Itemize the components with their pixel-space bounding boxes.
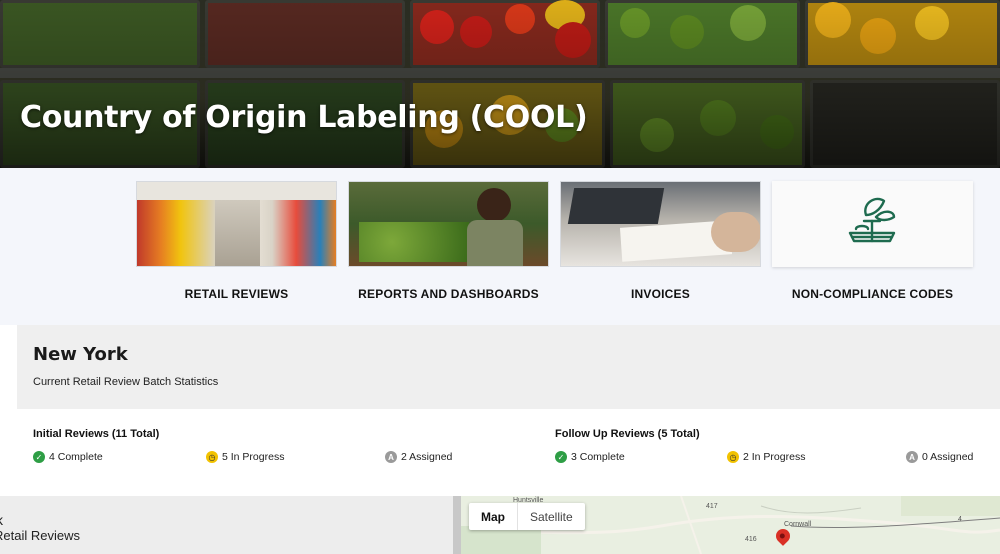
stat-label: 5 In Progress: [222, 451, 285, 463]
stat-label: 3 Complete: [571, 451, 625, 463]
retail-reviews-panel: k Retail Reviews: [0, 496, 455, 554]
map-route-label: 4: [958, 516, 962, 523]
invoice-desk-image: [560, 181, 761, 267]
clock-icon: ◷: [727, 451, 739, 463]
card-label: REPORTS AND DASHBOARDS: [358, 287, 539, 301]
card-non-compliance-codes[interactable]: NON-COMPLIANCE CODES: [772, 181, 973, 301]
map-view[interactable]: Map Satellite Huntsville Cornwall 417 41…: [461, 496, 1000, 554]
check-icon: ✓: [33, 451, 45, 463]
map-tab[interactable]: Map: [469, 503, 517, 530]
quick-links: RETAIL REVIEWS REPORTS AND DASHBOARDS IN…: [0, 168, 1000, 325]
assigned-icon: A: [385, 451, 397, 463]
card-label: INVOICES: [631, 287, 690, 301]
card-label: NON-COMPLIANCE CODES: [791, 287, 954, 301]
back-link[interactable]: k: [0, 512, 3, 528]
stats-subtitle: Current Retail Review Batch Statistics: [33, 376, 219, 388]
assigned-icon: A: [906, 451, 918, 463]
scale-produce-icon: [848, 197, 896, 243]
card-reports-dashboards[interactable]: REPORTS AND DASHBOARDS: [348, 181, 549, 301]
stat-label: 2 In Progress: [743, 451, 806, 463]
initial-in-progress: ◷ 5 In Progress: [206, 451, 284, 463]
map-type-tabs: Map Satellite: [469, 503, 585, 530]
map-route-label: 416: [745, 536, 757, 543]
initial-reviews-title: Initial Reviews (11 Total): [33, 428, 160, 440]
card-label: RETAIL REVIEWS: [184, 287, 289, 301]
initial-assigned: A 2 Assigned: [385, 451, 452, 463]
stat-label: 2 Assigned: [401, 451, 453, 463]
page-title: Country of Origin Labeling (COOL): [20, 100, 588, 135]
retail-aisle-image: [136, 181, 337, 267]
stat-label: 4 Complete: [49, 451, 103, 463]
state-name: New York: [33, 344, 128, 365]
stats-header: New York Current Retail Review Batch Sta…: [17, 325, 1000, 409]
satellite-tab[interactable]: Satellite: [517, 503, 585, 530]
panel-title: Retail Reviews: [0, 528, 80, 543]
map-route-label: 417: [706, 503, 718, 510]
scrollbar[interactable]: [453, 496, 461, 554]
hero-overlay: [0, 0, 1000, 168]
clock-icon: ◷: [206, 451, 218, 463]
bottom-region: k Retail Reviews Map Satellite Huntsvill…: [0, 496, 1000, 554]
hero-banner: Country of Origin Labeling (COOL): [0, 0, 1000, 168]
initial-complete: ✓ 4 Complete: [33, 451, 103, 463]
follow-up-complete: ✓ 3 Complete: [555, 451, 625, 463]
follow-up-assigned: A 0 Assigned: [906, 451, 973, 463]
stats-body: Initial Reviews (11 Total) ✓ 4 Complete …: [17, 409, 1000, 496]
card-invoices[interactable]: INVOICES: [560, 181, 761, 301]
market-shopper-image: [348, 181, 549, 267]
card-retail-reviews[interactable]: RETAIL REVIEWS: [136, 181, 337, 301]
follow-up-in-progress: ◷ 2 In Progress: [727, 451, 805, 463]
map-place-label: Cornwall: [784, 521, 812, 528]
stat-label: 0 Assigned: [922, 451, 974, 463]
icon-tile: [772, 181, 973, 267]
check-icon: ✓: [555, 451, 567, 463]
map-place-label: Huntsville: [513, 497, 544, 504]
follow-up-reviews-title: Follow Up Reviews (5 Total): [555, 428, 700, 440]
